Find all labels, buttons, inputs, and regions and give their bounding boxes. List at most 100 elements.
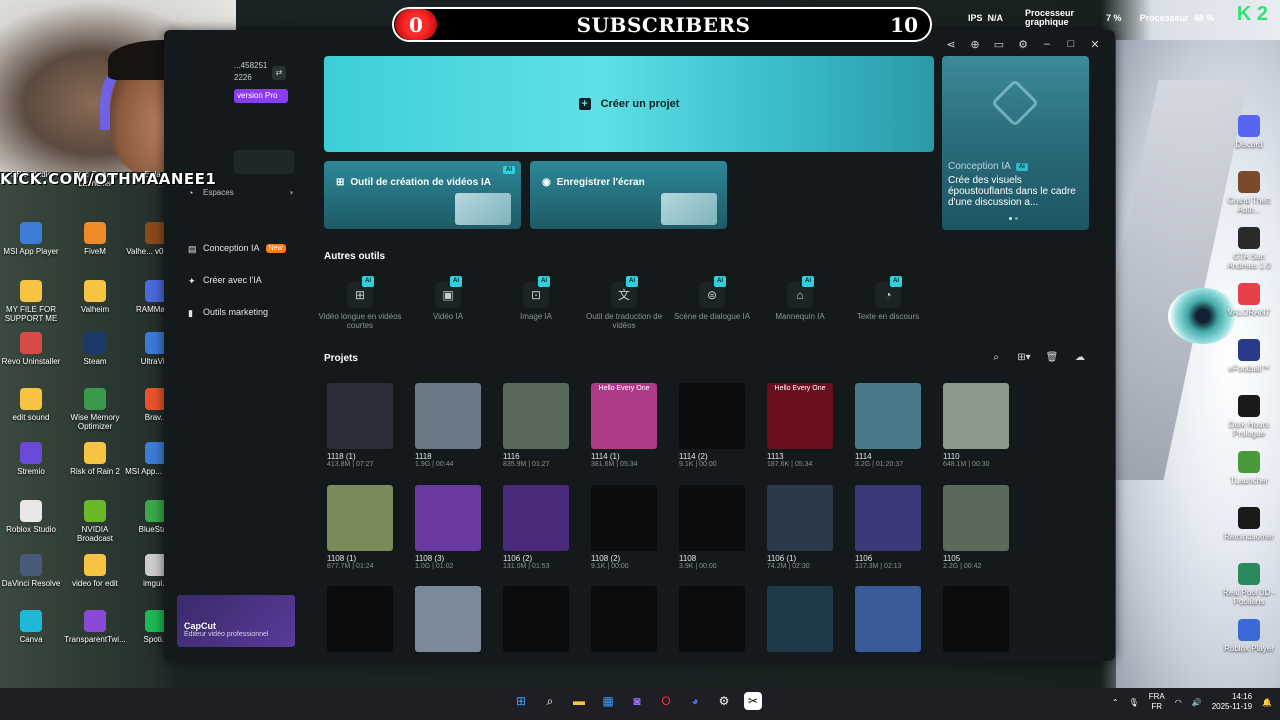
desktop-icon[interactable]: Revo Uninstaller [0,332,62,366]
desktop-icon[interactable]: VALORANT [1218,283,1280,317]
create-project-button[interactable]: + Créer un projet [324,56,934,152]
desktop-icon[interactable]: MY FILE FOR SUPPORT ME [0,280,62,323]
ai-badge: AI [890,276,902,287]
opera-icon[interactable]: O [657,692,675,710]
project-card[interactable] [415,586,481,652]
twitch-icon[interactable]: ◙ [628,692,646,710]
desktop-icon[interactable]: Valheim [64,280,126,314]
desktop-icon[interactable]: video for edit [64,554,126,588]
project-card[interactable] [327,586,393,652]
other-tool-item[interactable]: AI ⊞ Vidéo longue en vidéos courtes [316,276,404,330]
project-card[interactable]: 1118 1.9G | 00:44 [415,383,481,468]
project-card[interactable]: 1108 (1) 877.7M | 01:24 [327,485,393,570]
capcut-taskbar-icon[interactable]: ✂ [744,692,762,710]
project-card[interactable]: 1114 (2) 9.1K | 00:00 [679,383,745,468]
clock[interactable]: 14:16 2025-11-19 [1212,692,1252,712]
minimize-icon[interactable]: – [1041,38,1053,51]
sidebar-item-spaces[interactable]: ◔ Espaces ▾ [188,188,293,198]
desktop-icon[interactable]: Steam [64,332,126,366]
project-card[interactable] [943,586,1009,652]
project-card[interactable] [503,586,569,652]
project-card[interactable]: 1108 (2) 9.1K | 00:00 [591,485,657,570]
desktop-icon[interactable]: TLauncher [1218,451,1280,485]
upload-icon[interactable]: ⊕ [969,38,981,51]
view-toggle-icon[interactable]: ⊞▾ [1014,352,1034,366]
clock-date: 2025-11-19 [1211,702,1253,711]
language-indicator[interactable]: FRA FR [1149,692,1165,712]
pro-version-button[interactable]: version Pro [234,89,288,103]
project-card[interactable]: 1110 648.1M | 00:30 [943,383,1009,468]
sidebar-selected-item[interactable] [234,150,294,174]
user-info[interactable]: ...458251 2226 [234,60,267,84]
desktop-icon[interactable]: Canva [0,610,62,644]
settings-icon[interactable]: ⚙ [1017,38,1029,51]
notification-icon[interactable]: 🔔 [1262,698,1272,707]
capcut-promo-card[interactable]: CapCut Éditeur vidéo professionnel [177,595,295,647]
desktop-icon[interactable]: Discord [1218,115,1280,149]
other-tool-item[interactable]: AI ⊡ Image IA [492,276,580,321]
project-card[interactable]: Hello Every One 1114 (1) 381.6M | 05:34 [591,383,657,468]
desktop-icon[interactable]: Real Pool 3D - Poolians [1218,563,1280,606]
project-card[interactable]: 1105 2.2G | 00:42 [943,485,1009,570]
project-card[interactable]: 1108 (3) 1.0G | 01:02 [415,485,481,570]
carousel-dots[interactable] [1009,217,1018,220]
project-card[interactable]: 1116 835.9M | 01:27 [503,383,569,468]
screen-record-card[interactable]: ◉ Enregistrer l'écran [530,161,727,229]
desktop-icon[interactable]: Dark Hours Prologue [1218,395,1280,438]
desktop-icon[interactable]: DaVinci Resolve [0,554,62,588]
project-card[interactable] [591,586,657,652]
project-card[interactable]: 1106 (1) 74.2M | 02:30 [767,485,833,570]
sidebar-item-marketing[interactable]: ▮ Outils marketing [188,307,268,318]
other-tool-item[interactable]: AI ◔ Texte en discours [844,276,932,321]
cloud-icon[interactable]: ☁ [1070,352,1090,366]
windows-start-icon[interactable]: ⊞ [512,692,530,710]
project-card[interactable] [767,586,833,652]
search-icon[interactable]: ⌕ [541,692,559,710]
desktop-icon[interactable]: Stremio [0,442,62,476]
desktop-icon[interactable]: Risk of Rain 2 [64,442,126,476]
desktop-icon[interactable]: eFootball™ [1218,339,1280,373]
project-card[interactable]: 1108 3.9K | 00:00 [679,485,745,570]
sidebar-item-ai-design[interactable]: ▤ Conception IA New [188,243,286,254]
desktop-icon[interactable]: FiveM [64,222,126,256]
search-icon[interactable]: ⌕ [986,352,1006,366]
desktop-icon[interactable]: Remindsomer [1218,507,1280,541]
steam-icon[interactable]: ⚙ [715,692,733,710]
delete-icon[interactable]: 🗑 [1042,352,1062,366]
chevron-up-icon[interactable]: ⌃ [1112,698,1119,707]
close-icon[interactable]: ✕ [1089,38,1101,51]
ai-video-tool-card[interactable]: ⊞ Outil de création de vidéos IA AI [324,161,521,229]
desktop-icon[interactable]: Wise Memory Optimizer [64,388,126,431]
desktop-icon[interactable]: TransparentTwi... [64,610,126,644]
feedback-icon[interactable]: ▭ [993,38,1005,51]
project-card[interactable]: 1106 (2) 131.0M | 01:53 [503,485,569,570]
ai-design-promo[interactable]: Conception IA AI Crée des visuels épousto… [942,56,1089,230]
file-explorer-icon[interactable]: ▬ [570,692,588,710]
sidebar-item-create-ai[interactable]: ✦ Créer avec l'IA [188,275,262,286]
project-card[interactable]: Hello Every One 1113 187.6K | 05:34 [767,383,833,468]
switch-account-icon[interactable]: ⇄ [272,66,286,80]
microphone-icon[interactable]: 🎙 [1129,698,1139,707]
maximize-icon[interactable]: □ [1065,38,1077,51]
desktop-icon[interactable]: Roblox Studio [0,500,62,534]
project-card[interactable]: 1106 137.3M | 02:13 [855,485,921,570]
project-card[interactable]: 1118 (1) 413.8M | 07:27 [327,383,393,468]
other-tool-item[interactable]: AI ⌂ Mannequin IA [756,276,844,321]
store-icon[interactable]: ▦ [599,692,617,710]
desktop-icon[interactable]: MSI App Player [0,222,62,256]
volume-icon[interactable]: 🔊 [1192,698,1202,707]
desktop-icon[interactable]: NVIDIA Broadcast [64,500,126,543]
desktop-icon[interactable]: Grand Theft Auto... [1218,171,1280,214]
project-card[interactable] [679,586,745,652]
share-icon[interactable]: ⋖ [945,38,957,51]
project-card[interactable] [855,586,921,652]
desktop-icon[interactable]: Roblox Player [1218,619,1280,653]
other-tool-item[interactable]: AI 文 Outil de traduction de vidéos [580,276,668,330]
project-card[interactable]: 1114 3.2G | 01:20:37 [855,383,921,468]
discord-icon[interactable]: ◕ [686,692,704,710]
wifi-icon[interactable]: ◠ [1175,698,1182,707]
other-tool-item[interactable]: AI ▣ Vidéo IA [404,276,492,321]
desktop-icon[interactable]: GTA San Andreas 1.0 [1218,227,1280,270]
other-tool-item[interactable]: AI ⊜ Scène de dialogue IA [668,276,756,321]
desktop-icon[interactable]: edit sound [0,388,62,422]
